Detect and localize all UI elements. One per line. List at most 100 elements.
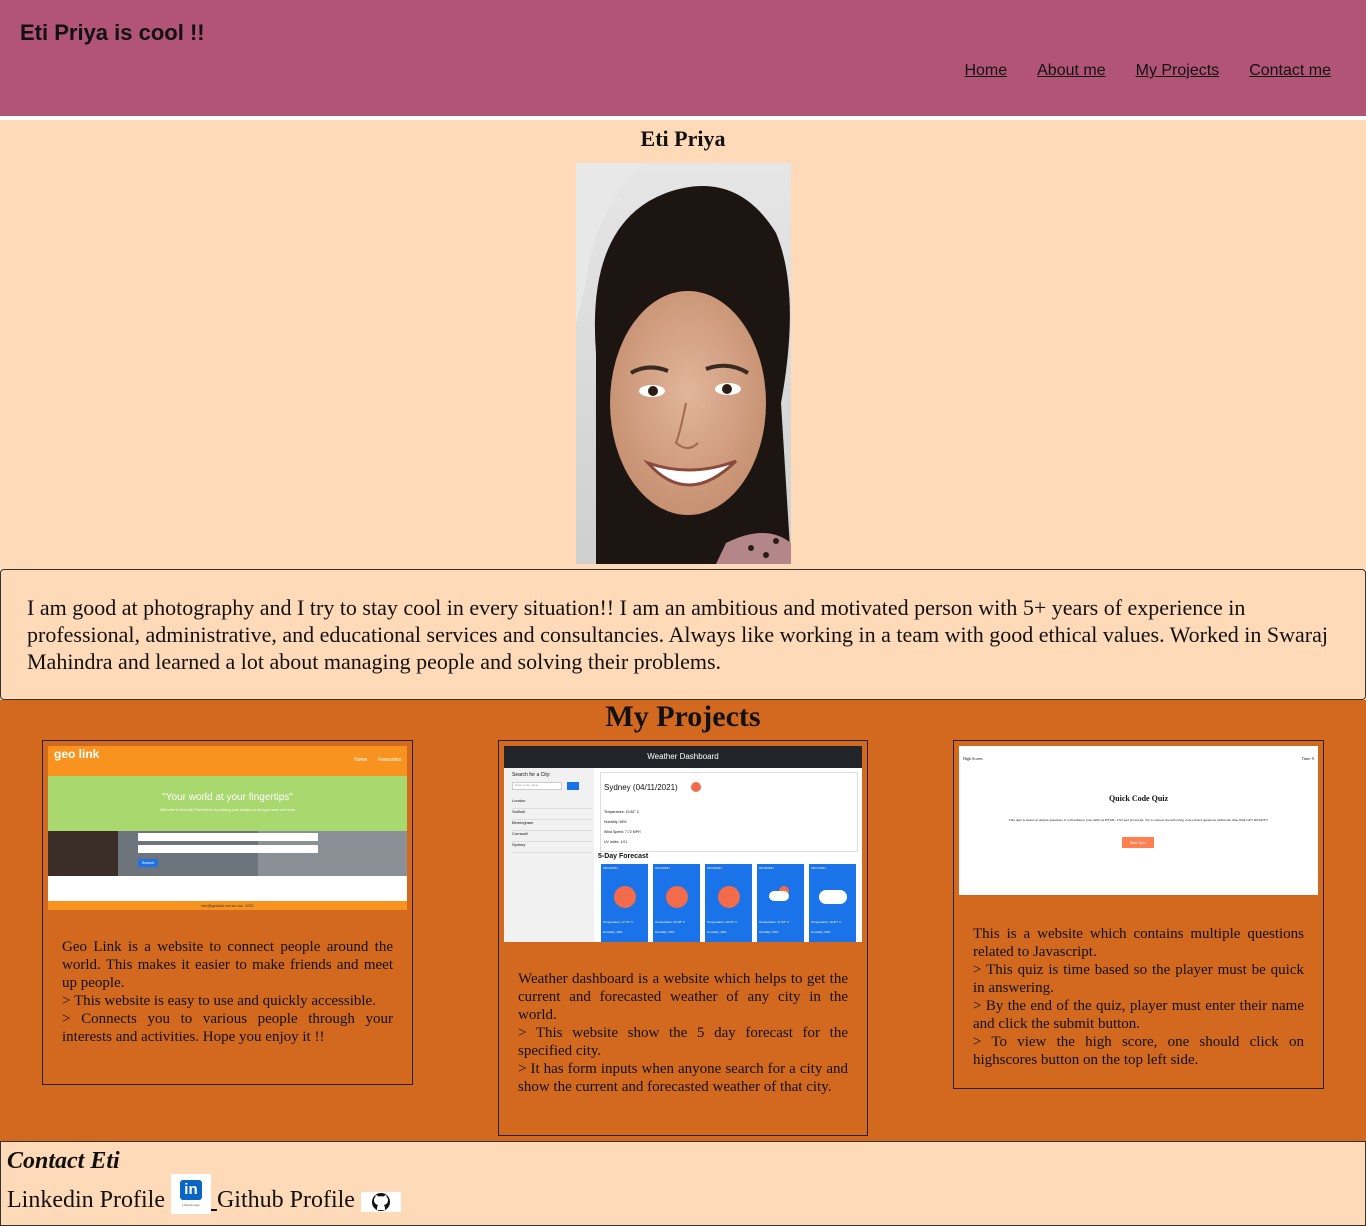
main-nav: Home About me My Projects Contact me: [964, 62, 1331, 80]
nav-about-link[interactable]: About me: [1037, 62, 1105, 80]
quiz-desc-line: > This quiz is time based so the player …: [973, 962, 1304, 996]
geolink-navbar: geo link Home Favourites: [48, 746, 407, 776]
forecast-day-card: 04/16/2021 Temperature: 17.52° C Humidit…: [757, 864, 804, 942]
weather-desc-line: > It has form inputs when anyone search …: [518, 1061, 848, 1095]
geolink-search-button: Search: [138, 859, 158, 867]
project-card-geolink: geo link Home Favourites "Your world at …: [42, 740, 413, 1085]
contact-section: Contact Eti Linkedin Profile in LinkedIn…: [0, 1141, 1366, 1226]
weather-search-label: Search for a City:: [512, 772, 551, 778]
geolink-nav-favourites: Favourites: [378, 757, 402, 763]
project-card-quiz: High Scores Time: 0 Quick Code Quiz This…: [953, 740, 1324, 1089]
sun-icon: [614, 886, 636, 908]
weather-search-input: Enter a city name: [512, 782, 562, 790]
sun-icon: [718, 886, 740, 908]
projects-heading: My Projects: [605, 700, 761, 733]
geolink-desc-line: Geo Link is a website to connect people …: [62, 939, 393, 991]
weather-forecast-row: 04/13/2021 Temperature: 17.79° C Humidit…: [601, 864, 856, 942]
weather-stat: Humidity: 58%: [604, 820, 627, 824]
weather-city: Sydney: [512, 842, 592, 853]
sun-icon: [666, 886, 688, 908]
weather-stat: UV Index: 1.01: [604, 840, 628, 844]
forecast-day-card: 04/15/2021 Temperature: 20.03° C Humidit…: [705, 864, 752, 942]
weather-stat: Wind Speed: 7.72 MPH: [604, 830, 641, 834]
nav-projects-link[interactable]: My Projects: [1136, 62, 1220, 80]
about-section: I am good at photography and I try to st…: [0, 569, 1366, 700]
quiz-highscores-link: High Scores: [963, 756, 983, 761]
quiz-desc-line: > To view the high score, one should cli…: [973, 1034, 1304, 1068]
forecast-humidity: Humidity: 60%: [759, 930, 779, 934]
profile-photo: [576, 163, 791, 564]
geolink-desc-line: > This website is easy to use and quickl…: [62, 993, 376, 1009]
forecast-humidity: Humidity: 40%: [707, 930, 727, 934]
forecast-temp: Temperature: 17.79° C: [603, 920, 634, 924]
weather-city-list: London Solihull Birmingham Cornwall Sydn…: [512, 798, 592, 853]
weather-stat: Temperature: 19.82° C: [604, 810, 640, 814]
site-header: Eti Priya is cool !! Home About me My Pr…: [0, 0, 1366, 116]
forecast-date: 04/14/2021: [655, 866, 671, 870]
search-icon: [567, 782, 579, 790]
linkedin-link[interactable]: in LinkedIn logo: [170, 1174, 211, 1214]
forecast-date: 04/17/2021: [811, 866, 827, 870]
forecast-date: 04/16/2021: [759, 866, 775, 870]
forecast-day-card: 04/13/2021 Temperature: 17.79° C Humidit…: [601, 864, 648, 942]
quiz-screenshot[interactable]: High Scores Time: 0 Quick Code Quiz This…: [959, 746, 1318, 895]
quiz-title: Quick Code Quiz: [1108, 794, 1169, 803]
geolink-tagline: "Your world at your fingertips": [162, 792, 293, 803]
quiz-intro: This quiz is based on simple questions. …: [1008, 818, 1269, 822]
geolink-location-input: [138, 845, 318, 853]
cloud-icon: [819, 890, 847, 904]
weather-city: Cornwall: [512, 831, 592, 842]
geolink-hero: "Your world at your fingertips" Welcome …: [48, 776, 407, 831]
weather-city: Birmingham: [512, 820, 592, 831]
nav-home-link[interactable]: Home: [964, 62, 1007, 80]
geolink-footer: info@geolink.net.au Inc. 2021: [48, 901, 407, 910]
linkedin-icon-caption: LinkedIn logo: [182, 1203, 200, 1207]
weather-sidebar: Search for a City: Enter a city name Lon…: [504, 768, 594, 942]
weather-city: London: [512, 798, 592, 809]
weather-forecast-title: 5-Day Forecast: [598, 853, 649, 860]
header-divider: [0, 116, 1366, 120]
forecast-humidity: Humidity: 49%: [603, 930, 623, 934]
contact-heading: Contact Eti: [7, 1148, 120, 1174]
site-title: Eti Priya is cool !!: [20, 20, 205, 45]
quiz-timer: Time: 0: [1301, 756, 1314, 761]
github-link[interactable]: [360, 1192, 401, 1212]
quiz-description: This is a website which contains multipl…: [959, 925, 1318, 1069]
weather-app-title: Weather Dashboard: [504, 746, 862, 768]
weather-current-stats: Temperature: 19.82° C Humidity: 58% Wind…: [604, 807, 641, 847]
weather-screenshot[interactable]: Weather Dashboard Search for a City: Ent…: [504, 746, 862, 942]
weather-current-title: Sydney (04/11/2021): [604, 783, 678, 792]
sun-icon: [691, 782, 701, 792]
project-card-weather: Weather Dashboard Search for a City: Ent…: [498, 740, 868, 1136]
forecast-humidity: Humidity: 52%: [811, 930, 831, 934]
geolink-logo: geo link: [54, 747, 100, 761]
quiz-desc-line: > By the end of the quiz, player must en…: [973, 998, 1304, 1032]
weather-city: Solihull: [512, 809, 592, 820]
geolink-map-image: Search: [48, 831, 407, 876]
forecast-date: 04/15/2021: [707, 866, 723, 870]
quiz-start-button: Start Quiz: [1122, 837, 1154, 848]
forecast-temp: Temperature: 16.87° C: [811, 920, 842, 924]
weather-current-card: Sydney (04/11/2021) Temperature: 19.82° …: [600, 772, 858, 852]
projects-section: My Projects geo link Home Favourites "Yo…: [0, 700, 1366, 1141]
profile-name: Eti Priya: [640, 126, 726, 151]
forecast-date: 04/13/2021: [603, 866, 619, 870]
about-text: I am good at photography and I try to st…: [27, 595, 1328, 674]
geolink-subtitle: Welcome to GeoLink! Find friends by ente…: [160, 808, 295, 812]
linkedin-icon: in: [179, 1180, 202, 1200]
weather-description: Weather dashboard is a website which hel…: [504, 970, 862, 1096]
nav-contact-link[interactable]: Contact me: [1249, 62, 1331, 80]
github-label: Github Profile: [216, 1187, 355, 1213]
cloud-icon: [769, 891, 789, 901]
weather-desc-line: Weather dashboard is a website which hel…: [518, 971, 848, 1023]
forecast-temp: Temperature: 17.52° C: [759, 920, 790, 924]
geolink-description: Geo Link is a website to connect people …: [48, 938, 407, 1046]
forecast-humidity: Humidity: 24%: [655, 930, 675, 934]
linkedin-label: Linkedin Profile: [7, 1187, 165, 1213]
geolink-screenshot[interactable]: geo link Home Favourites "Your world at …: [48, 746, 407, 910]
quiz-desc-line: This is a website which contains multipl…: [973, 926, 1304, 960]
contact-links: Linkedin Profile in LinkedIn logo Github…: [7, 1174, 401, 1214]
geolink-nav-home: Home: [354, 757, 368, 763]
forecast-temp: Temperature: 20.03° C: [707, 920, 738, 924]
weather-desc-line: > This website show the 5 day forecast f…: [518, 1025, 848, 1059]
